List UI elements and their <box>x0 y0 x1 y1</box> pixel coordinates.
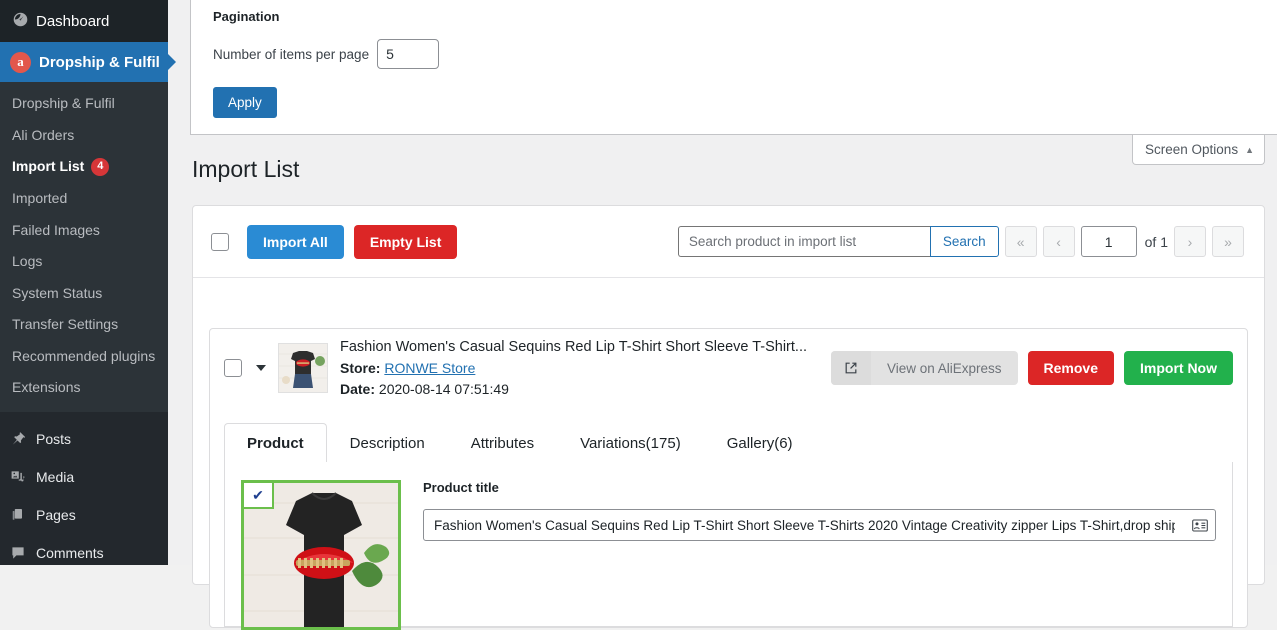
sidebar-submenu: Dropship & Fulfil Ali Orders Import List… <box>0 82 168 412</box>
sidebar-item-recommended-plugins[interactable]: Recommended plugins <box>0 341 168 373</box>
product-title-field-group: Product title <box>423 480 1216 626</box>
product-title-label: Product title <box>423 480 499 495</box>
sidebar-dashboard-label: Dashboard <box>36 12 110 30</box>
title-card-icon[interactable] <box>1185 518 1215 532</box>
pagination-section-title: Pagination <box>213 9 280 24</box>
tab-product[interactable]: Product <box>224 423 327 463</box>
tab-description[interactable]: Description <box>327 423 448 463</box>
product-date-row: Date: 2020-08-14 07:51:49 <box>340 379 807 399</box>
items-per-page-label: Number of items per page <box>213 46 370 62</box>
sidebar-item-label: Pages <box>36 506 76 523</box>
product-name: Fashion Women's Casual Sequins Red Lip T… <box>340 339 807 356</box>
apply-button[interactable]: Apply <box>213 87 277 118</box>
tab-variations[interactable]: Variations(175) <box>557 423 704 463</box>
sidebar-item-transfer-settings[interactable]: Transfer Settings <box>0 309 168 341</box>
chevron-down-icon[interactable] <box>256 365 266 371</box>
dashboard-icon <box>12 11 36 32</box>
external-link-icon <box>830 351 871 385</box>
product-title-input-wrapper <box>423 509 1216 541</box>
sidebar-item-comments[interactable]: Comments <box>0 534 168 572</box>
sidebar-item-system-status[interactable]: System Status <box>0 278 168 310</box>
submenu-label: Dropship & Fulfil <box>12 95 115 111</box>
import-list-toolbar: Import All Empty List Search « ‹ of 1 › … <box>193 206 1264 278</box>
tab-attributes[interactable]: Attributes <box>448 423 557 463</box>
sidebar-item-extensions[interactable]: Extensions <box>0 372 168 404</box>
aliexpress-a-icon: a <box>10 51 31 73</box>
view-on-aliexpress-button[interactable]: View on AliExpress <box>830 351 1018 385</box>
submenu-label: Logs <box>12 253 43 269</box>
product-item: Fashion Women's Casual Sequins Red Lip T… <box>209 328 1248 630</box>
admin-sidebar: Dashboard a Dropship & Fulfil Dropship &… <box>0 0 176 565</box>
product-thumbnail <box>278 343 328 393</box>
submenu-label: Imported <box>12 190 68 206</box>
sidebar-item-imported[interactable]: Imported <box>0 183 168 215</box>
search-button[interactable]: Search <box>929 226 999 257</box>
import-all-button[interactable]: Import All <box>247 224 344 259</box>
select-all-checkbox[interactable] <box>211 232 229 251</box>
import-list-card: Import All Empty List Search « ‹ of 1 › … <box>192 205 1265 630</box>
product-select-checkbox[interactable] <box>224 359 242 377</box>
prev-page-button[interactable]: ‹ <box>1042 226 1075 257</box>
sidebar-divider <box>0 411 168 420</box>
submenu-label: Recommended plugins <box>12 347 156 364</box>
date-value: 2020-08-14 07:51:49 <box>378 380 509 397</box>
pages-icon <box>10 507 36 523</box>
page-title: Import List <box>192 156 300 182</box>
product-tabs: Product Description Attributes Variation… <box>224 421 1233 463</box>
items-per-page-input[interactable] <box>377 39 440 69</box>
comment-icon <box>10 545 36 561</box>
sidebar-item-dropship-fulfil-sub[interactable]: Dropship & Fulfil <box>0 88 168 120</box>
main-content: Pagination Number of items per page Appl… <box>168 0 1277 630</box>
sidebar-item-label: Media <box>36 468 75 485</box>
product-title-input[interactable] <box>424 510 1185 540</box>
submenu-label: Transfer Settings <box>12 316 119 332</box>
sidebar-item-label: Comments <box>36 544 104 561</box>
chevron-up-icon: ▲ <box>1245 144 1254 155</box>
sidebar-item-posts[interactable]: Posts <box>0 420 168 458</box>
sidebar-item-logs[interactable]: Logs <box>0 246 168 278</box>
submenu-label: Import List <box>12 158 85 175</box>
store-link[interactable]: RONWE Store <box>384 360 475 376</box>
sidebar-item-import-list[interactable]: Import List 4 <box>0 151 168 183</box>
import-now-button[interactable]: Import Now <box>1124 351 1233 385</box>
media-icon <box>10 469 36 485</box>
empty-list-button[interactable]: Empty List <box>353 224 458 259</box>
sidebar-item-dropship-fulfil[interactable]: a Dropship & Fulfil <box>0 42 176 82</box>
total-pages-label: of 1 <box>1144 233 1168 250</box>
tab-gallery[interactable]: Gallery(6) <box>704 423 816 463</box>
sidebar-item-label: Posts <box>36 430 72 447</box>
submenu-label: Extensions <box>12 379 81 395</box>
sidebar-item-media[interactable]: Media <box>0 458 168 496</box>
date-label: Date: <box>340 380 376 397</box>
screen-options-tab-label: Screen Options <box>1145 142 1239 157</box>
page-number-input[interactable] <box>1080 226 1137 257</box>
sidebar-item-failed-images[interactable]: Failed Images <box>0 215 168 247</box>
import-list-count-badge: 4 <box>91 158 110 176</box>
product-header: Fashion Women's Casual Sequins Red Lip T… <box>210 329 1247 407</box>
last-page-button[interactable]: » <box>1212 226 1244 257</box>
next-page-button[interactable]: › <box>1174 226 1206 257</box>
store-label: Store: <box>340 360 381 377</box>
sidebar-item-dashboard[interactable]: Dashboard <box>0 0 168 42</box>
product-main-image[interactable]: ✔ <box>241 480 401 630</box>
search-input[interactable] <box>677 226 930 257</box>
screen-options-panel: Pagination Number of items per page Appl… <box>190 0 1277 135</box>
submenu-label: Ali Orders <box>12 126 75 143</box>
first-page-button[interactable]: « <box>1004 226 1037 257</box>
product-tab-panel: ✔ Product title Fashion Women's Casual S… <box>224 462 1233 630</box>
screen-options-tab[interactable]: Screen Options ▲ <box>1132 135 1265 165</box>
image-selected-check-icon[interactable]: ✔ <box>244 483 274 509</box>
submenu-label: System Status <box>12 284 103 301</box>
sidebar-active-label: Dropship & Fulfil <box>39 53 160 71</box>
items-per-page-row: Number of items per page <box>191 24 1277 69</box>
view-on-aliexpress-label: View on AliExpress <box>886 360 1002 376</box>
product-meta: Fashion Women's Casual Sequins Red Lip T… <box>340 337 807 399</box>
submenu-label: Failed Images <box>12 221 100 238</box>
remove-button[interactable]: Remove <box>1027 351 1114 385</box>
sidebar-item-pages[interactable]: Pages <box>0 496 168 534</box>
pin-icon <box>10 431 36 447</box>
sidebar-item-ali-orders[interactable]: Ali Orders <box>0 120 168 152</box>
product-store-row: Store: RONWE Store <box>340 358 807 378</box>
